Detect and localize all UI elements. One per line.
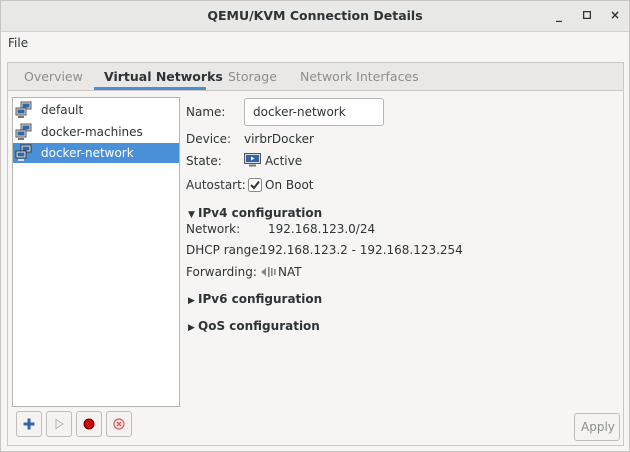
network-label: docker-network — [41, 146, 134, 160]
add-network-button[interactable] — [16, 411, 42, 437]
autostart-value: On Boot — [265, 178, 314, 192]
apply-button[interactable]: Apply — [574, 413, 620, 441]
network-details: Name: Device: virbrDocker State: Active … — [186, 91, 616, 411]
title-bar[interactable]: QEMU/KVM Connection Details _ × — [1, 1, 629, 32]
active-tab-indicator — [94, 87, 206, 90]
forwarding-value: NAT — [278, 265, 302, 279]
collapsed-arrow-icon: ▶ — [188, 323, 195, 333]
collapsed-arrow-icon: ▶ — [188, 296, 195, 306]
window-title: QEMU/KVM Connection Details — [207, 8, 423, 23]
details-notebook: Overview Virtual Networks Storage Networ… — [7, 62, 624, 446]
dhcp-range-label: DHCP range: — [186, 243, 263, 257]
stop-network-icon — [83, 418, 95, 430]
device-label: Device: — [186, 132, 232, 146]
start-network-button[interactable] — [46, 411, 72, 437]
forwarding-label: Forwarding: — [186, 265, 257, 279]
tab-storage[interactable]: Storage — [228, 69, 277, 84]
name-field[interactable] — [244, 98, 384, 126]
expanded-arrow-icon: ▼ — [188, 210, 195, 220]
maximize-button[interactable] — [577, 5, 597, 25]
delete-network-button[interactable] — [106, 411, 132, 437]
ipv4-section-header[interactable]: ▼ IPv4 configuration — [188, 206, 322, 220]
network-list-item[interactable]: default — [13, 100, 179, 120]
close-button[interactable]: × — [605, 5, 625, 25]
network-icon — [15, 144, 32, 161]
state-value: Active — [265, 154, 303, 168]
tab-virtual-networks[interactable]: Virtual Networks — [104, 69, 223, 84]
network-list-item-selected[interactable]: docker-network — [13, 143, 179, 163]
minimize-button[interactable]: _ — [549, 5, 569, 25]
network-address-label: Network: — [186, 222, 241, 236]
connection-details-window: QEMU/KVM Connection Details _ × File Ove… — [0, 0, 630, 452]
menu-file[interactable]: File — [8, 36, 28, 50]
active-state-icon — [244, 153, 261, 167]
tab-overview[interactable]: Overview — [24, 69, 83, 84]
nat-forwarding-icon — [261, 267, 276, 277]
stop-network-button[interactable] — [76, 411, 102, 437]
network-list-item[interactable]: docker-machines — [13, 122, 179, 142]
start-network-icon — [55, 418, 64, 430]
network-address-value: 192.168.123.0/24 — [268, 222, 376, 236]
menu-bar: File — [1, 32, 629, 56]
ipv6-header-label: IPv6 configuration — [198, 292, 323, 306]
autostart-label: Autostart: — [186, 178, 246, 192]
qos-section-header[interactable]: ▶ QoS configuration — [188, 319, 320, 333]
network-icon — [15, 101, 32, 118]
virtual-networks-panel: default docker-machines docker-network N… — [8, 91, 623, 445]
name-label: Name: — [186, 105, 226, 119]
network-list[interactable]: default docker-machines docker-network — [12, 97, 180, 407]
ipv6-section-header[interactable]: ▶ IPv6 configuration — [188, 292, 322, 306]
network-label: default — [41, 103, 84, 117]
add-network-icon — [23, 418, 35, 430]
device-value: virbrDocker — [244, 132, 314, 146]
autostart-checkbox[interactable] — [248, 178, 262, 192]
tab-network-interfaces[interactable]: Network Interfaces — [300, 69, 419, 84]
dhcp-range-value: 192.168.123.2 - 192.168.123.254 — [260, 243, 463, 257]
qos-header-label: QoS configuration — [198, 319, 320, 333]
maximize-icon — [582, 10, 592, 20]
tab-bar: Overview Virtual Networks Storage Networ… — [8, 63, 623, 91]
network-icon — [15, 123, 32, 140]
delete-network-icon — [113, 418, 125, 430]
state-label: State: — [186, 154, 222, 168]
ipv4-header-label: IPv4 configuration — [198, 206, 323, 220]
network-label: docker-machines — [41, 125, 143, 139]
